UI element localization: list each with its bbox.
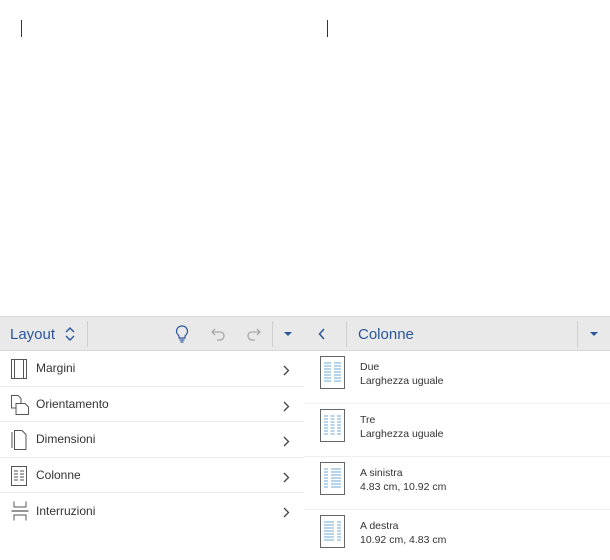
- menu-item-interruzioni[interactable]: Interruzioni: [0, 493, 304, 529]
- tell-me-button[interactable]: [168, 317, 196, 351]
- redo-button[interactable]: [240, 317, 268, 351]
- collapse-ribbon-button[interactable]: [276, 317, 300, 351]
- toolbar-separator: [87, 321, 88, 347]
- option-name: Due: [360, 361, 380, 373]
- menu-item-orientamento[interactable]: Orientamento: [0, 387, 304, 422]
- column-option-a-destra[interactable]: A destra 10.92 cm, 4.83 cm: [304, 510, 610, 560]
- ribbon-tab-selector[interactable]: Layout: [10, 317, 80, 351]
- three-columns-icon: [320, 409, 345, 442]
- column-option-a-sinistra[interactable]: A sinistra 4.83 cm, 10.92 cm: [304, 457, 610, 510]
- lightbulb-icon: [175, 325, 189, 343]
- chevron-right-icon: [283, 470, 290, 488]
- column-option-tre[interactable]: Tre Larghezza uguale: [304, 404, 610, 457]
- option-desc: Larghezza uguale: [360, 375, 444, 387]
- breaks-icon: [11, 501, 29, 521]
- column-option-due[interactable]: Due Larghezza uguale: [304, 351, 610, 404]
- margins-icon: [11, 359, 29, 379]
- right-column-icon: [320, 515, 345, 548]
- chevron-right-icon: [283, 363, 290, 381]
- panel-title: Colonne: [358, 317, 478, 351]
- undo-button[interactable]: [204, 317, 232, 351]
- redo-icon: [246, 326, 262, 342]
- menu-item-dimensioni[interactable]: Dimensioni: [0, 422, 304, 458]
- ribbon-tab-title: Layout: [10, 325, 56, 343]
- menu-item-label: Dimensioni: [36, 432, 96, 447]
- dropdown-triangle-icon: [589, 331, 599, 337]
- menu-item-label: Interruzioni: [36, 503, 96, 518]
- back-chevron-icon: [318, 328, 326, 340]
- panel-dropdown-button[interactable]: [582, 317, 606, 351]
- menu-item-margini[interactable]: Margini: [0, 351, 304, 387]
- menu-item-label: Orientamento: [36, 396, 109, 411]
- text-cursor-column-2: [327, 20, 328, 37]
- toolbar-separator: [577, 321, 578, 347]
- columns-options-list: Due Larghezza uguale Tre Larghezza ugual…: [304, 351, 610, 560]
- left-column-icon: [320, 462, 345, 495]
- size-icon: [11, 430, 29, 450]
- back-button[interactable]: [310, 317, 334, 351]
- option-desc: 10.92 cm, 4.83 cm: [360, 534, 447, 546]
- option-desc: 4.83 cm, 10.92 cm: [360, 481, 447, 493]
- option-name: A sinistra: [360, 467, 403, 479]
- menu-item-colonne[interactable]: Colonne: [0, 458, 304, 493]
- dropdown-triangle-icon: [283, 331, 293, 337]
- chevron-updown-icon: [65, 326, 75, 342]
- chevron-right-icon: [283, 399, 290, 417]
- text-cursor-column-1: [21, 20, 22, 37]
- document-canvas[interactable]: [0, 0, 610, 316]
- two-columns-icon: [320, 356, 345, 389]
- toolbar-separator: [272, 321, 273, 347]
- option-desc: Larghezza uguale: [360, 428, 444, 440]
- columns-icon: [11, 465, 29, 486]
- option-name: Tre: [360, 414, 376, 426]
- orientation-icon: [11, 394, 29, 415]
- menu-item-label: Colonne: [36, 467, 81, 482]
- chevron-right-icon: [283, 505, 290, 523]
- layout-menu: Margini Orientamento Dimensioni Colonne …: [0, 351, 304, 529]
- menu-item-label: Margini: [36, 361, 76, 376]
- chevron-right-icon: [283, 434, 290, 452]
- ribbon-toolbar: Layout Colonne: [0, 316, 610, 351]
- undo-icon: [210, 326, 226, 342]
- option-name: A destra: [360, 520, 399, 532]
- toolbar-separator: [346, 321, 347, 347]
- panel-title-text: Colonne: [358, 325, 414, 343]
